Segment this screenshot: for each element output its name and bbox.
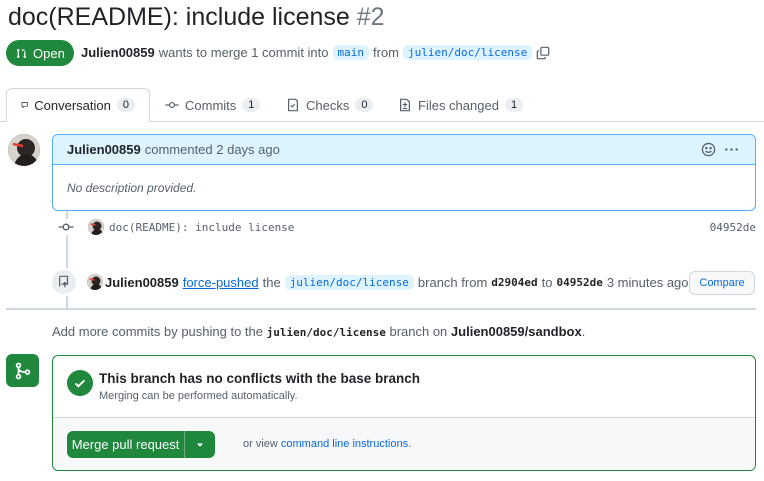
pr-author[interactable]: Julien00859 bbox=[81, 45, 155, 60]
timeline-commit: doc(README): include license bbox=[58, 219, 758, 235]
merge-options-dropdown[interactable] bbox=[185, 431, 215, 458]
force-pushed-link[interactable]: force-pushed bbox=[183, 275, 259, 290]
comment-action[interactable]: commented 2 days ago bbox=[145, 142, 280, 157]
merge-status: This branch has no conflicts with the ba… bbox=[53, 356, 755, 418]
comment-icon bbox=[21, 102, 28, 109]
comment-box: Julien00859 commented 2 days ago No desc… bbox=[52, 134, 756, 211]
add-more-repo: Julien00859/sandbox bbox=[450, 324, 582, 339]
repo-push-icon bbox=[59, 275, 69, 288]
add-more-branch: julien/doc/license bbox=[266, 326, 386, 339]
merge-alt-prefix: or view bbox=[243, 438, 278, 450]
avatar[interactable] bbox=[87, 274, 103, 290]
pr-from-text: from bbox=[373, 45, 400, 60]
push-to-text: to bbox=[541, 274, 553, 290]
timeline-force-push: Julien00859 force-pushed the julien/doc/… bbox=[50, 268, 756, 296]
avatar[interactable] bbox=[8, 134, 40, 166]
pr-meta-text: wants to merge 1 commit into bbox=[158, 45, 329, 60]
merge-title: This branch has no conflicts with the ba… bbox=[99, 371, 421, 386]
command-line-instructions-link[interactable]: command line instructions bbox=[281, 438, 408, 450]
copy-icon[interactable] bbox=[536, 46, 550, 60]
add-more-commits-note: Add more commits by pushing to the julie… bbox=[52, 324, 585, 339]
tab-conversation[interactable]: Conversation 0 bbox=[6, 88, 150, 122]
tab-files-changed[interactable]: Files changed 1 bbox=[398, 88, 524, 122]
tab-commits-count: 1 bbox=[242, 98, 261, 112]
tab-checks-label: Checks bbox=[306, 97, 350, 113]
tab-commits-label: Commits bbox=[185, 97, 237, 113]
compare-button[interactable]: Compare bbox=[689, 271, 755, 295]
pr-meta: Julien00859 wants to merge 1 commit into… bbox=[81, 45, 550, 60]
pr-title-text: doc(README): include license bbox=[8, 3, 350, 31]
git-commit-icon bbox=[58, 219, 74, 235]
kebab-menu-icon[interactable] bbox=[724, 142, 739, 157]
base-branch[interactable]: main bbox=[332, 45, 370, 60]
tab-checks[interactable]: Checks 0 bbox=[286, 88, 374, 122]
git-merge-icon bbox=[15, 362, 30, 379]
push-author[interactable]: Julien00859 bbox=[105, 275, 179, 290]
comment-body: No description provided. bbox=[67, 181, 197, 195]
status-badge: Open bbox=[6, 40, 74, 66]
pull-request-icon bbox=[17, 48, 26, 58]
push-old-sha[interactable]: d2904ed bbox=[491, 276, 537, 289]
comment-author[interactable]: Julien00859 bbox=[67, 142, 141, 157]
push-new-sha[interactable]: 04952de bbox=[556, 276, 602, 289]
avatar[interactable] bbox=[88, 219, 104, 235]
tab-conversation-label: Conversation bbox=[34, 97, 111, 113]
push-branch-from-text: branch from bbox=[417, 274, 488, 290]
tab-checks-count: 0 bbox=[355, 98, 374, 112]
merge-subtitle: Merging can be performed automatically. bbox=[99, 390, 298, 402]
tab-conversation-count: 0 bbox=[116, 98, 135, 112]
status-label: Open bbox=[33, 45, 65, 61]
head-branch[interactable]: julien/doc/license bbox=[403, 45, 533, 60]
git-commit-icon bbox=[165, 101, 179, 109]
check-circle-icon bbox=[67, 370, 93, 396]
tab-files-changed-count: 1 bbox=[504, 98, 524, 112]
merge-button-group: Merge pull request bbox=[67, 431, 215, 458]
timeline-separator bbox=[6, 308, 756, 310]
pr-title: doc(README): include license #2 bbox=[8, 3, 385, 32]
merge-alt-note: or view command line instructions. bbox=[243, 438, 411, 450]
repo-push-icon-wrap bbox=[50, 268, 78, 296]
merge-pull-request-button[interactable]: Merge pull request bbox=[67, 431, 186, 458]
add-more-middle: branch on bbox=[389, 324, 448, 339]
merge-alt-suffix: . bbox=[408, 438, 412, 450]
tab-commits[interactable]: Commits 1 bbox=[165, 88, 261, 122]
commit-message[interactable]: doc(README): include license bbox=[109, 221, 294, 234]
push-time[interactable]: 3 minutes ago bbox=[607, 275, 689, 290]
git-merge-icon-wrap bbox=[6, 354, 39, 387]
commit-sha[interactable]: 04952de bbox=[710, 221, 756, 234]
smiley-icon[interactable] bbox=[701, 142, 716, 157]
file-diff-icon bbox=[400, 98, 410, 112]
merge-box: This branch has no conflicts with the ba… bbox=[52, 355, 756, 471]
checklist-icon bbox=[288, 98, 298, 112]
pr-number: #2 bbox=[356, 3, 385, 31]
comment-header: Julien00859 commented 2 days ago bbox=[53, 135, 755, 165]
add-more-suffix: . bbox=[581, 324, 586, 339]
tab-files-changed-label: Files changed bbox=[418, 97, 499, 113]
push-branch[interactable]: julien/doc/license bbox=[284, 274, 414, 290]
triangle-down-icon bbox=[197, 443, 204, 447]
add-more-prefix: Add more commits by pushing to the bbox=[52, 324, 263, 339]
merge-actions: Merge pull request or view command line … bbox=[53, 418, 755, 470]
push-the-text: the bbox=[262, 274, 281, 290]
